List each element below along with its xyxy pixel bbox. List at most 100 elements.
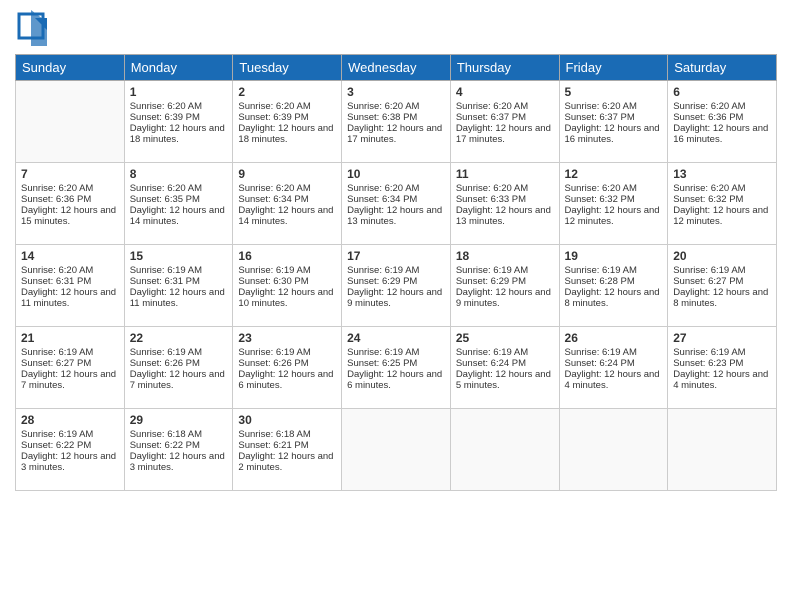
day-number: 24 <box>347 331 445 345</box>
calendar-day: 10 Sunrise: 6:20 AMSunset: 6:34 PMDayligh… <box>342 163 451 245</box>
calendar-day <box>450 409 559 491</box>
calendar-day: 19 Sunrise: 6:19 AMSunset: 6:28 PMDayligh… <box>559 245 668 327</box>
day-info: Sunrise: 6:19 AMSunset: 6:25 PMDaylight:… <box>347 347 442 391</box>
day-number: 19 <box>565 249 663 263</box>
calendar-day: 9Sunrise: 6:20 AMSunset: 6:34 PMDaylight… <box>233 163 342 245</box>
day-number: 23 <box>238 331 336 345</box>
day-number: 14 <box>21 249 119 263</box>
day-number: 16 <box>238 249 336 263</box>
day-number: 25 <box>456 331 554 345</box>
calendar-day <box>342 409 451 491</box>
day-number: 26 <box>565 331 663 345</box>
day-info: Sunrise: 6:19 AMSunset: 6:28 PMDaylight:… <box>565 265 660 309</box>
day-info: Sunrise: 6:20 AMSunset: 6:36 PMDaylight:… <box>21 183 116 227</box>
day-info: Sunrise: 6:19 AMSunset: 6:24 PMDaylight:… <box>565 347 660 391</box>
day-info: Sunrise: 6:19 AMSunset: 6:24 PMDaylight:… <box>456 347 551 391</box>
calendar-day: 27 Sunrise: 6:19 AMSunset: 6:23 PMDayligh… <box>668 327 777 409</box>
day-header-saturday: Saturday <box>668 55 777 81</box>
day-header-friday: Friday <box>559 55 668 81</box>
calendar-day: 23 Sunrise: 6:19 AMSunset: 6:26 PMDayligh… <box>233 327 342 409</box>
calendar-day: 28 Sunrise: 6:19 AMSunset: 6:22 PMDayligh… <box>16 409 125 491</box>
day-number: 20 <box>673 249 771 263</box>
calendar-day: 25 Sunrise: 6:19 AMSunset: 6:24 PMDayligh… <box>450 327 559 409</box>
day-number: 2 <box>238 85 336 99</box>
day-header-monday: Monday <box>124 55 233 81</box>
day-info: Sunrise: 6:20 AMSunset: 6:33 PMDaylight:… <box>456 183 551 227</box>
calendar-day <box>559 409 668 491</box>
day-header-wednesday: Wednesday <box>342 55 451 81</box>
calendar-day: 12 Sunrise: 6:20 AMSunset: 6:32 PMDayligh… <box>559 163 668 245</box>
day-number: 30 <box>238 413 336 427</box>
day-number: 7 <box>21 167 119 181</box>
calendar-day: 8 Sunrise: 6:20 AMSunset: 6:35 PMDaylight… <box>124 163 233 245</box>
day-info: Sunrise: 6:19 AMSunset: 6:31 PMDaylight:… <box>130 265 225 309</box>
calendar-day: 4 Sunrise: 6:20 AMSunset: 6:37 PMDaylight… <box>450 81 559 163</box>
calendar-day: 11 Sunrise: 6:20 AMSunset: 6:33 PMDayligh… <box>450 163 559 245</box>
day-header-tuesday: Tuesday <box>233 55 342 81</box>
day-info: Sunrise: 6:20 AMSunset: 6:31 PMDaylight:… <box>21 265 116 309</box>
logo <box>15 10 47 46</box>
day-info: Sunrise: 6:19 AMSunset: 6:26 PMDaylight:… <box>238 347 333 391</box>
day-info: Sunrise: 6:18 AMSunset: 6:21 PMDaylight:… <box>238 429 333 473</box>
calendar-day <box>16 81 125 163</box>
calendar-day: 5 Sunrise: 6:20 AMSunset: 6:37 PMDaylight… <box>559 81 668 163</box>
day-info: Sunrise: 6:19 AMSunset: 6:23 PMDaylight:… <box>673 347 768 391</box>
calendar-week-3: 14 Sunrise: 6:20 AMSunset: 6:31 PMDayligh… <box>16 245 777 327</box>
day-number: 15 <box>130 249 228 263</box>
day-number: 4 <box>456 85 554 99</box>
day-info: Sunrise: 6:20 AMSunset: 6:37 PMDaylight:… <box>456 101 551 145</box>
page-container: SundayMondayTuesdayWednesdayThursdayFrid… <box>0 0 792 501</box>
day-header-sunday: Sunday <box>16 55 125 81</box>
day-info: Sunrise: 6:20 AMSunset: 6:32 PMDaylight:… <box>565 183 660 227</box>
day-info: Sunrise: 6:19 AMSunset: 6:30 PMDaylight:… <box>238 265 333 309</box>
calendar-day: 13Sunrise: 6:20 AMSunset: 6:32 PMDayligh… <box>668 163 777 245</box>
calendar-day: 29Sunrise: 6:18 AMSunset: 6:22 PMDayligh… <box>124 409 233 491</box>
day-info: Sunrise: 6:20 AMSunset: 6:35 PMDaylight:… <box>130 183 225 227</box>
header <box>15 10 777 46</box>
day-info: Sunrise: 6:20 AMSunset: 6:37 PMDaylight:… <box>565 101 660 145</box>
logo-icon <box>15 10 47 46</box>
day-info: Sunrise: 6:19 AMSunset: 6:29 PMDaylight:… <box>347 265 442 309</box>
day-info: Sunrise: 6:20 AMSunset: 6:34 PMDaylight:… <box>238 183 333 227</box>
calendar-week-5: 28 Sunrise: 6:19 AMSunset: 6:22 PMDayligh… <box>16 409 777 491</box>
calendar-day: 18 Sunrise: 6:19 AMSunset: 6:29 PMDayligh… <box>450 245 559 327</box>
day-info: Sunrise: 6:19 AMSunset: 6:22 PMDaylight:… <box>21 429 116 473</box>
day-number: 1 <box>130 85 228 99</box>
day-number: 6 <box>673 85 771 99</box>
day-number: 18 <box>456 249 554 263</box>
day-number: 27 <box>673 331 771 345</box>
calendar-day: 15 Sunrise: 6:19 AMSunset: 6:31 PMDayligh… <box>124 245 233 327</box>
day-info: Sunrise: 6:19 AMSunset: 6:26 PMDaylight:… <box>130 347 225 391</box>
day-number: 12 <box>565 167 663 181</box>
calendar-day: 1 Sunrise: 6:20 AMSunset: 6:39 PMDaylight… <box>124 81 233 163</box>
day-info: Sunrise: 6:19 AMSunset: 6:29 PMDaylight:… <box>456 265 551 309</box>
day-number: 5 <box>565 85 663 99</box>
day-number: 29 <box>130 413 228 427</box>
day-number: 17 <box>347 249 445 263</box>
calendar-header-row: SundayMondayTuesdayWednesdayThursdayFrid… <box>16 55 777 81</box>
day-info: Sunrise: 6:20 AMSunset: 6:32 PMDaylight:… <box>673 183 768 227</box>
day-number: 28 <box>21 413 119 427</box>
calendar-day: 30 Sunrise: 6:18 AMSunset: 6:21 PMDayligh… <box>233 409 342 491</box>
calendar-day: 14 Sunrise: 6:20 AMSunset: 6:31 PMDayligh… <box>16 245 125 327</box>
day-number: 11 <box>456 167 554 181</box>
day-info: Sunrise: 6:20 AMSunset: 6:39 PMDaylight:… <box>130 101 225 145</box>
calendar-day: 22 Sunrise: 6:19 AMSunset: 6:26 PMDayligh… <box>124 327 233 409</box>
calendar-day: 16 Sunrise: 6:19 AMSunset: 6:30 PMDayligh… <box>233 245 342 327</box>
day-number: 3 <box>347 85 445 99</box>
day-header-thursday: Thursday <box>450 55 559 81</box>
calendar-day: 6 Sunrise: 6:20 AMSunset: 6:36 PMDaylight… <box>668 81 777 163</box>
day-info: Sunrise: 6:20 AMSunset: 6:39 PMDaylight:… <box>238 101 333 145</box>
day-number: 10 <box>347 167 445 181</box>
day-info: Sunrise: 6:19 AMSunset: 6:27 PMDaylight:… <box>673 265 768 309</box>
calendar-day: 26 Sunrise: 6:19 AMSunset: 6:24 PMDayligh… <box>559 327 668 409</box>
calendar-day <box>668 409 777 491</box>
day-info: Sunrise: 6:19 AMSunset: 6:27 PMDaylight:… <box>21 347 116 391</box>
calendar-day: 7 Sunrise: 6:20 AMSunset: 6:36 PMDaylight… <box>16 163 125 245</box>
calendar-day: 20 Sunrise: 6:19 AMSunset: 6:27 PMDayligh… <box>668 245 777 327</box>
calendar-day: 3Sunrise: 6:20 AMSunset: 6:38 PMDaylight… <box>342 81 451 163</box>
day-number: 8 <box>130 167 228 181</box>
day-info: Sunrise: 6:20 AMSunset: 6:34 PMDaylight:… <box>347 183 442 227</box>
day-number: 22 <box>130 331 228 345</box>
day-info: Sunrise: 6:20 AMSunset: 6:36 PMDaylight:… <box>673 101 768 145</box>
